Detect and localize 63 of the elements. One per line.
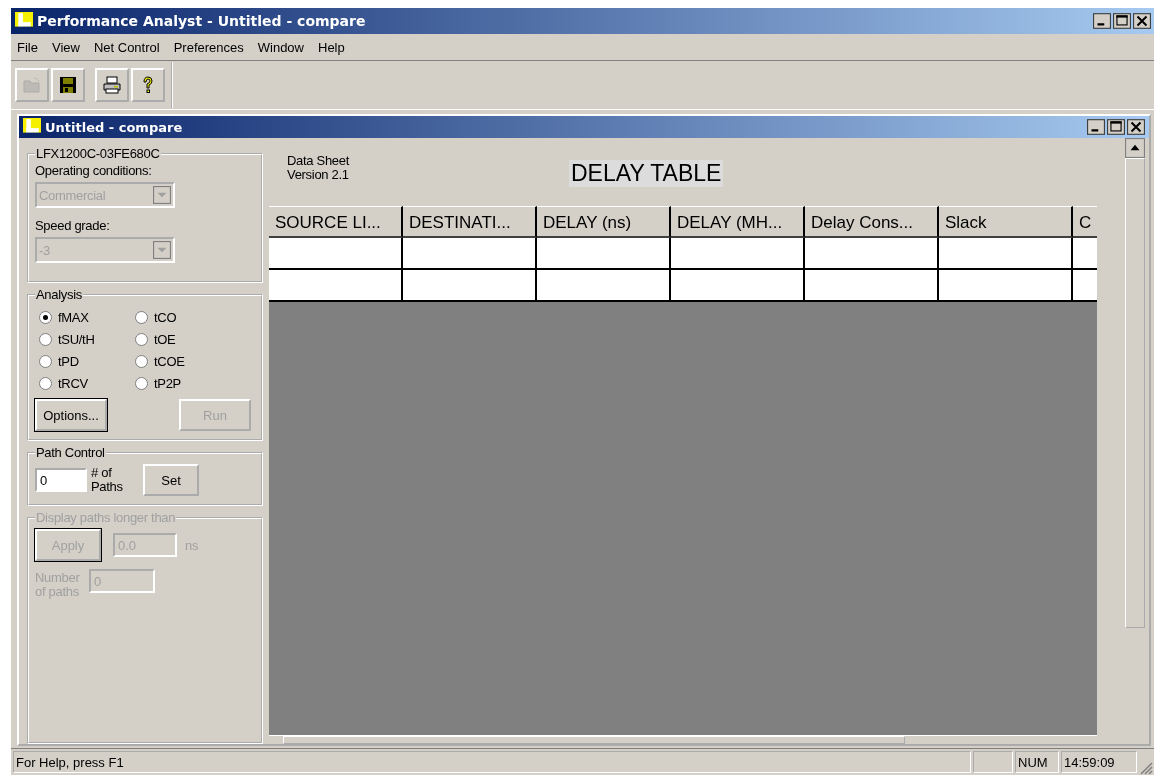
radio-option[interactable]: tRCV <box>39 376 135 391</box>
column-header[interactable]: Slack <box>939 206 1073 238</box>
options-button[interactable]: Options... <box>35 399 107 431</box>
save-button[interactable] <box>51 68 85 102</box>
radio-option[interactable]: tSU/tH <box>39 332 135 347</box>
print-button[interactable] <box>95 68 129 102</box>
table-title: DELAY TABLE <box>569 160 724 187</box>
column-header[interactable]: DELAY (ns) <box>537 206 671 238</box>
field-label: Speed grade: <box>35 218 111 233</box>
table-cell <box>1073 238 1097 270</box>
app-icon <box>15 12 33 30</box>
window-title: Untitled - compare <box>45 119 183 135</box>
menu-item[interactable]: File <box>17 39 38 55</box>
close-icon[interactable] <box>1127 119 1145 135</box>
radio-option[interactable]: tCOE <box>135 354 215 369</box>
printer-icon <box>102 75 122 95</box>
close-icon[interactable] <box>1133 13 1151 29</box>
radio-circle[interactable] <box>135 355 148 368</box>
radio-option[interactable]: tP2P <box>135 376 215 391</box>
data-sheet-version: Data Sheet Version 2.1 <box>287 154 350 183</box>
maximize-icon[interactable] <box>1107 119 1125 135</box>
group-title: Path Control <box>35 445 106 460</box>
column-header[interactable]: Delay Cons... <box>805 206 939 238</box>
radio-circle[interactable] <box>135 333 148 346</box>
menu-item[interactable]: Preferences <box>173 39 244 55</box>
radio-circle[interactable] <box>39 311 52 324</box>
radio-circle[interactable] <box>135 377 148 390</box>
radio-option[interactable]: tOE <box>135 332 215 347</box>
radio-circle[interactable] <box>39 355 52 368</box>
scroll-up-icon[interactable] <box>1125 138 1145 158</box>
set-button[interactable]: Set <box>143 464 199 496</box>
table-cell <box>1073 270 1097 302</box>
status-panel: 14:59:09 <box>1061 751 1137 773</box>
app-icon <box>23 118 41 136</box>
radio-option[interactable]: tCO <box>135 310 215 325</box>
column-header[interactable]: DESTINATI... <box>403 206 537 238</box>
radio-circle[interactable] <box>39 333 52 346</box>
resize-grip-icon[interactable] <box>1139 761 1153 775</box>
help-button[interactable] <box>131 68 165 102</box>
column-header[interactable]: C <box>1073 206 1097 238</box>
minimize-icon[interactable] <box>1093 13 1111 29</box>
status-panel: For Help, press F1 <box>13 751 971 773</box>
status-panel: NUM <box>1015 751 1059 773</box>
folder-icon <box>22 75 42 95</box>
menu-item[interactable]: Help <box>318 39 345 55</box>
menu-item[interactable]: Window <box>257 39 304 55</box>
column-header[interactable]: SOURCE LI... <box>269 206 403 238</box>
radio-option[interactable]: tPD <box>39 354 135 369</box>
scrollbar-thumb[interactable] <box>1125 158 1145 628</box>
window-title: Performance Analyst - Untitled - compare <box>37 13 366 29</box>
maximize-icon[interactable] <box>1113 13 1131 29</box>
column-header[interactable]: DELAY (MH... <box>671 206 805 238</box>
menu-item[interactable]: View <box>51 39 80 55</box>
paths-input-field[interactable]: 0 <box>35 468 87 492</box>
menu-item[interactable]: Net Control <box>93 39 160 55</box>
group-title: Analysis <box>35 287 83 302</box>
minimize-icon[interactable] <box>1087 119 1105 135</box>
field-label: Operating conditions: <box>35 163 153 178</box>
group-title: LFX1200C-03FE680C <box>35 146 161 161</box>
field-label: # of Paths <box>91 466 124 494</box>
radio-circle[interactable] <box>135 311 148 324</box>
radio-circle[interactable] <box>39 377 52 390</box>
radio-option[interactable]: fMAX <box>39 310 135 325</box>
